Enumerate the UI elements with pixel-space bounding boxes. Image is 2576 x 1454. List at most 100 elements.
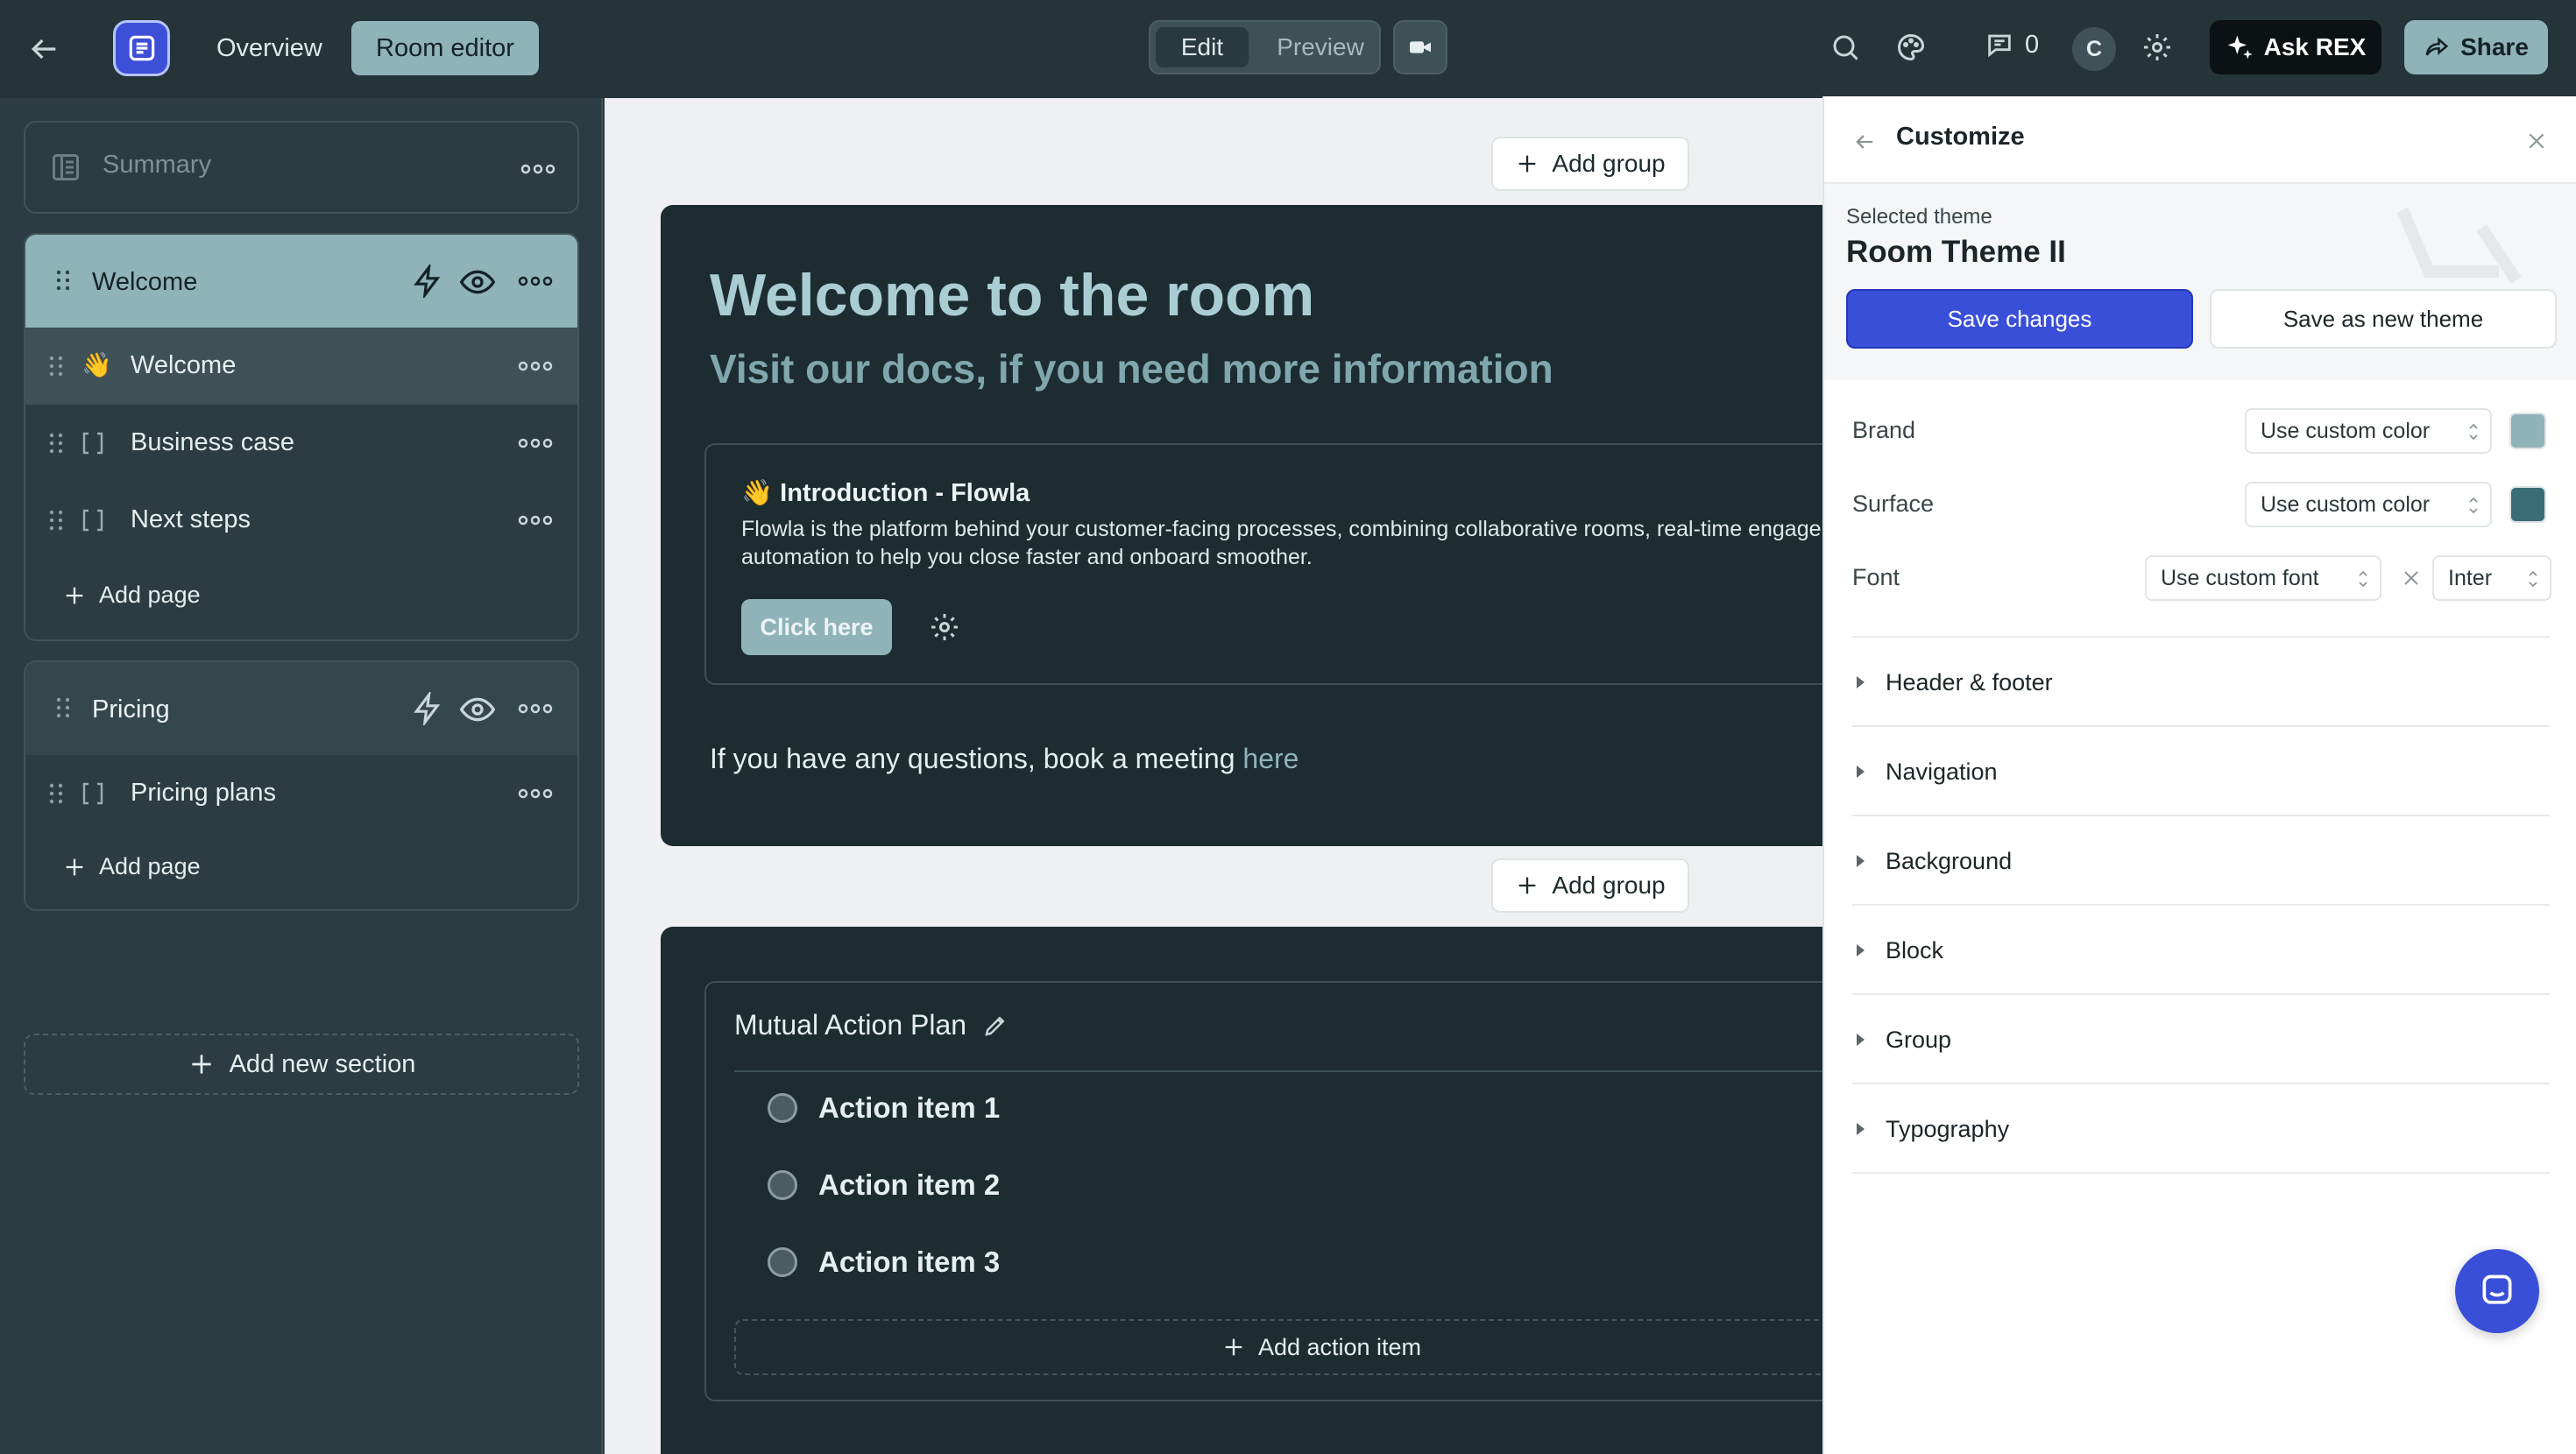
save-changes-button[interactable]: Save changes	[1846, 289, 2193, 349]
accordion-navigation[interactable]: Navigation	[1852, 727, 2550, 816]
drag-handle-icon[interactable]	[48, 431, 64, 455]
pencil-icon[interactable]	[982, 1013, 1008, 1039]
button-settings-gear-icon[interactable]	[929, 611, 960, 643]
drag-handle-icon[interactable]	[48, 354, 64, 378]
tab-overview[interactable]: Overview	[192, 21, 347, 75]
customize-panel: Customize Selected theme Room Theme II S…	[1822, 96, 2576, 1454]
map-title-row: Mutual Action Plan	[734, 1009, 1008, 1041]
action-item[interactable]: Action item 1	[768, 1091, 1000, 1125]
brand-color-select[interactable]: Use custom color	[2245, 408, 2492, 454]
back-arrow-icon[interactable]	[1852, 130, 1877, 154]
select-arrows-icon	[2359, 570, 2367, 588]
caret-right-icon	[1857, 944, 1865, 956]
more-options-icon[interactable]	[518, 361, 553, 371]
accordion-label: Block	[1886, 937, 1944, 963]
more-options-icon[interactable]	[518, 788, 553, 799]
action-item[interactable]: Action item 2	[768, 1168, 1000, 1202]
page-item-business-case[interactable]: Business case	[25, 405, 577, 482]
mutual-action-plan-block[interactable]: Mutual Action Plan Action item 1 Action …	[704, 981, 1822, 1401]
support-chat-button[interactable]	[2455, 1249, 2539, 1333]
more-options-icon[interactable]	[518, 438, 553, 448]
page-item-next-steps[interactable]: Next steps	[25, 482, 577, 559]
lightning-icon[interactable]	[411, 692, 444, 725]
lightning-icon[interactable]	[411, 265, 444, 298]
intro-title[interactable]: 👋 Introduction - Flowla	[741, 478, 1030, 508]
section-header-welcome[interactable]: Welcome	[25, 235, 577, 328]
action-checkbox[interactable]	[768, 1170, 797, 1200]
click-here-button[interactable]: Click here	[741, 599, 892, 655]
settings-gear-icon[interactable]	[2141, 32, 2176, 67]
palette-icon[interactable]	[1895, 32, 1930, 67]
section-header-pricing[interactable]: Pricing	[25, 662, 577, 755]
action-item-label[interactable]: Action item 2	[818, 1168, 1000, 1202]
app-logo-icon[interactable]	[113, 20, 170, 76]
back-arrow-icon[interactable]	[26, 32, 61, 67]
font-source-select[interactable]: Use custom font	[2145, 555, 2381, 601]
preview-mode-button[interactable]: Preview	[1264, 27, 1376, 67]
action-plan-group[interactable]: Mutual Action Plan Action item 1 Action …	[661, 927, 1822, 1454]
action-item-label[interactable]: Action item 3	[818, 1246, 1000, 1279]
more-options-icon[interactable]	[518, 276, 553, 286]
plus-icon	[1225, 1338, 1242, 1356]
action-checkbox[interactable]	[768, 1247, 797, 1277]
intro-text[interactable]: Flowla is the platform behind your custo…	[741, 515, 1822, 571]
more-options-icon[interactable]	[520, 164, 556, 174]
add-page-button[interactable]: Add page	[62, 582, 201, 609]
save-as-new-theme-button[interactable]: Save as new theme	[2210, 289, 2557, 349]
accordion-header-footer[interactable]: Header & footer	[1852, 638, 2550, 727]
map-title[interactable]: Mutual Action Plan	[734, 1009, 966, 1041]
accordion-group[interactable]: Group	[1852, 995, 2550, 1084]
welcome-subtitle[interactable]: Visit our docs, if you need more informa…	[710, 345, 1553, 392]
sidebar-item-summary[interactable]: Summary	[24, 121, 579, 214]
intro-block[interactable]: 👋 Introduction - Flowla Flowla is the pl…	[704, 443, 1822, 685]
page-item-welcome[interactable]: 👋 Welcome	[25, 328, 577, 405]
section-welcome: Welcome 👋 Welcome Business case Next ste…	[24, 233, 579, 641]
more-options-icon[interactable]	[518, 703, 553, 714]
font-family-select[interactable]: Inter	[2432, 555, 2551, 601]
drag-handle-icon[interactable]	[48, 508, 64, 533]
action-item-label[interactable]: Action item 1	[818, 1091, 1000, 1125]
plus-icon	[191, 1055, 211, 1074]
eye-icon[interactable]	[460, 692, 495, 727]
selected-theme-label: Selected theme	[1846, 205, 1992, 229]
accordion-typography[interactable]: Typography	[1852, 1084, 2550, 1174]
edit-mode-button[interactable]: Edit	[1156, 27, 1249, 67]
action-item[interactable]: Action item 3	[768, 1246, 1000, 1279]
add-action-label: Add action item	[1257, 1333, 1422, 1360]
add-group-button[interactable]: Add group	[1491, 137, 1689, 191]
surface-color-select[interactable]: Use custom color	[2245, 482, 2492, 527]
add-action-item-button[interactable]: Add action item	[734, 1319, 1822, 1375]
divider	[734, 1070, 1822, 1072]
drag-handle-icon[interactable]	[55, 695, 71, 720]
accordion-background[interactable]: Background	[1852, 816, 2550, 906]
drag-handle-icon[interactable]	[48, 781, 64, 806]
drag-handle-icon[interactable]	[55, 268, 71, 293]
add-group-button[interactable]: Add group	[1491, 858, 1689, 913]
accordion-block[interactable]: Block	[1852, 906, 2550, 995]
comment-count: 0	[2025, 30, 2040, 59]
tab-room-editor[interactable]: Room editor	[351, 21, 539, 75]
surface-color-swatch[interactable]	[2509, 486, 2546, 523]
brand-color-swatch[interactable]	[2509, 413, 2546, 449]
share-button[interactable]: Share	[2404, 20, 2548, 74]
avatar[interactable]: C	[2072, 27, 2116, 71]
room-canvas: Add group Welcome to the room Visit our …	[605, 98, 1822, 1454]
add-page-button[interactable]: Add page	[62, 853, 201, 880]
close-icon[interactable]	[2525, 130, 2548, 152]
action-checkbox[interactable]	[768, 1093, 797, 1123]
add-section-label: Add new section	[229, 1049, 416, 1078]
questions-text[interactable]: If you have any questions, book a meetin…	[710, 743, 1299, 775]
meeting-link[interactable]: here	[1242, 743, 1299, 774]
ask-rex-button[interactable]: Ask REX	[2210, 20, 2381, 74]
welcome-group[interactable]: Welcome to the room Visit our docs, if y…	[661, 205, 1822, 846]
page-item-pricing-plans[interactable]: Pricing plans	[25, 755, 577, 832]
more-options-icon[interactable]	[518, 515, 553, 526]
search-icon[interactable]	[1829, 32, 1865, 67]
video-record-button[interactable]	[1393, 20, 1447, 74]
clear-font-icon[interactable]	[2401, 568, 2422, 589]
comments-button[interactable]: 0	[1985, 30, 2039, 60]
eye-icon[interactable]	[460, 265, 495, 300]
add-new-section-button[interactable]: Add new section	[24, 1034, 579, 1095]
share-label: Share	[2460, 33, 2529, 60]
welcome-title[interactable]: Welcome to the room	[710, 261, 1314, 329]
